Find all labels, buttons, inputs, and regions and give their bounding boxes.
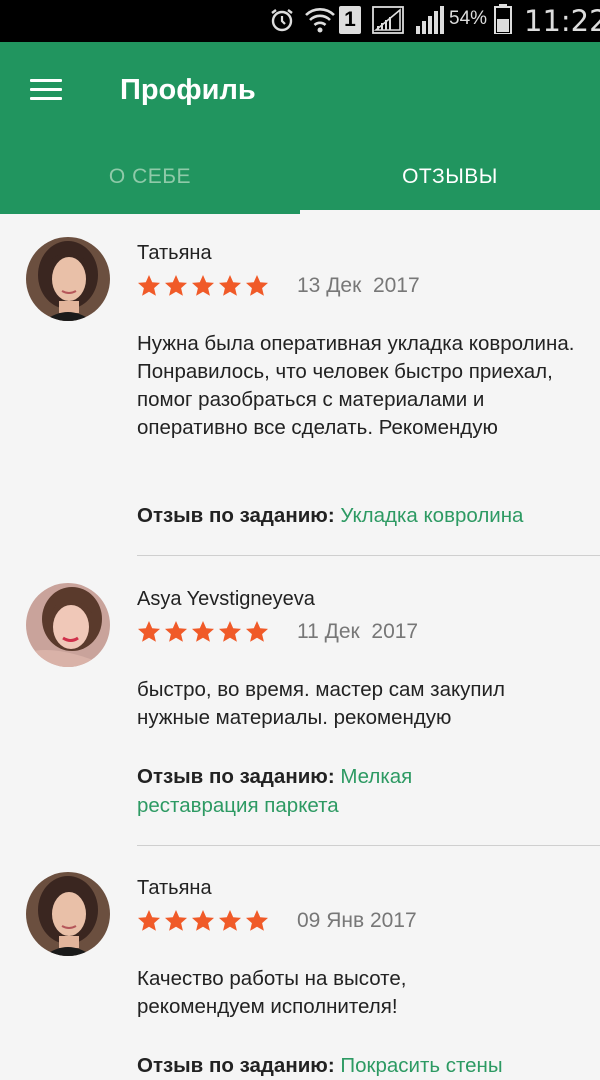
status-bar: 1 54% 11:22 (0, 0, 600, 42)
alarm-icon (271, 9, 293, 32)
clock: 11:22 (524, 4, 600, 38)
signal-empty-icon (372, 6, 404, 34)
divider (137, 845, 600, 846)
review-task: Отзыв по заданию: Покрасить стены (137, 1054, 503, 1077)
tab-reviews[interactable]: ОТЗЫВЫ (300, 142, 600, 214)
review-author[interactable]: Asya Yevstigneyeva (137, 588, 315, 611)
task-label: Отзыв по заданию (137, 1054, 328, 1077)
review-task: Отзыв по заданию: Мелкая реставрация пар… (137, 765, 413, 817)
app-bar: Профиль О СЕБЕ ОТЗЫВЫ (0, 42, 600, 214)
review-date: 11 Дек 2017 (297, 620, 419, 643)
review-date: 13 Дек 2017 (297, 274, 420, 297)
wifi-icon (305, 8, 335, 33)
sim-slot-icon: 1 (339, 6, 361, 34)
rating-stars (138, 275, 268, 296)
rating-stars (138, 621, 268, 642)
task-label: Отзыв по заданию (137, 765, 328, 788)
battery-icon (494, 4, 512, 34)
page-title: Профиль (120, 74, 256, 106)
task-link[interactable]: Укладка ковролина (340, 504, 523, 527)
task-link[interactable]: Покрасить стены (340, 1054, 502, 1077)
review-author[interactable]: Татьяна (137, 877, 212, 900)
review-text: Нужна была оперативная укладка ковролина… (137, 332, 575, 439)
review-task: Отзыв по заданию: Укладка ковролина (137, 504, 524, 527)
review-date: 09 Янв 2017 (297, 909, 417, 932)
task-label: Отзыв по заданию (137, 504, 328, 527)
review-text: быстро, во время. мастер сам закупил нуж… (137, 678, 505, 729)
tab-about[interactable]: О СЕБЕ (0, 142, 300, 214)
signal-icon (416, 6, 444, 34)
review-author[interactable]: Татьяна (137, 242, 212, 265)
battery-percent: 54% (449, 8, 488, 29)
rating-stars (138, 910, 268, 931)
divider (137, 555, 600, 556)
avatar[interactable] (26, 583, 110, 667)
review-text: Качество работы на высоте, рекомендуем и… (137, 967, 407, 1018)
avatar[interactable] (26, 237, 110, 321)
hamburger-menu-icon[interactable] (28, 75, 66, 105)
avatar[interactable] (26, 872, 110, 956)
tab-indicator (300, 210, 600, 214)
